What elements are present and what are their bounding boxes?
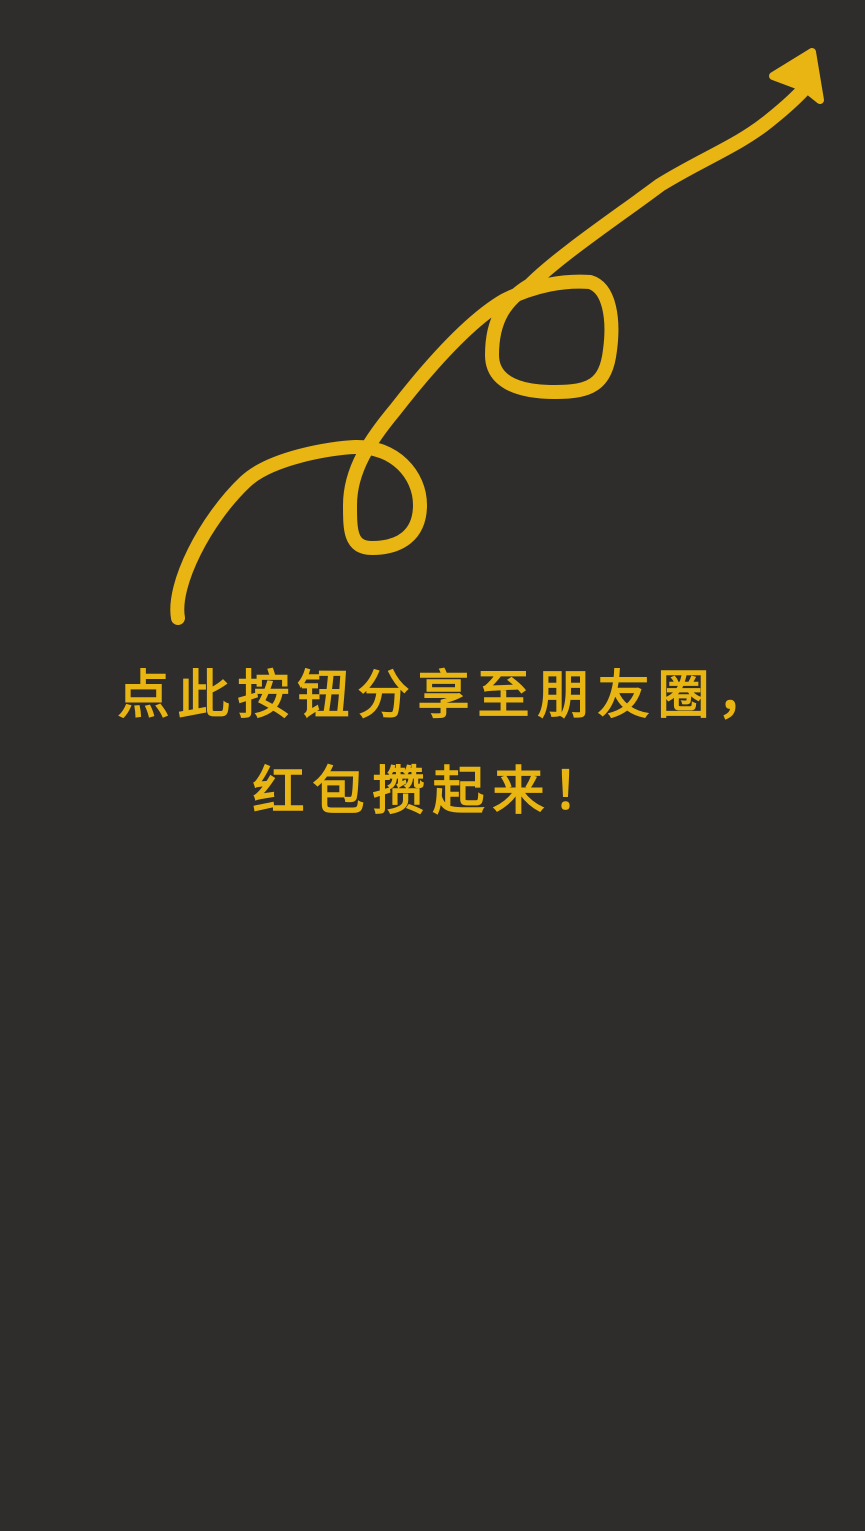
share-hint-line-1: 点此按钮分享至朋友圈， bbox=[117, 666, 778, 726]
share-guide-overlay[interactable]: 点此按钮分享至朋友圈， 红包攒起来！ bbox=[0, 0, 865, 1531]
arrow-stroke bbox=[170, 73, 819, 625]
share-hint-text: 点此按钮分享至朋友圈， 红包攒起来！ bbox=[0, 648, 865, 840]
share-hint-line-2: 红包攒起来！ bbox=[252, 762, 613, 822]
